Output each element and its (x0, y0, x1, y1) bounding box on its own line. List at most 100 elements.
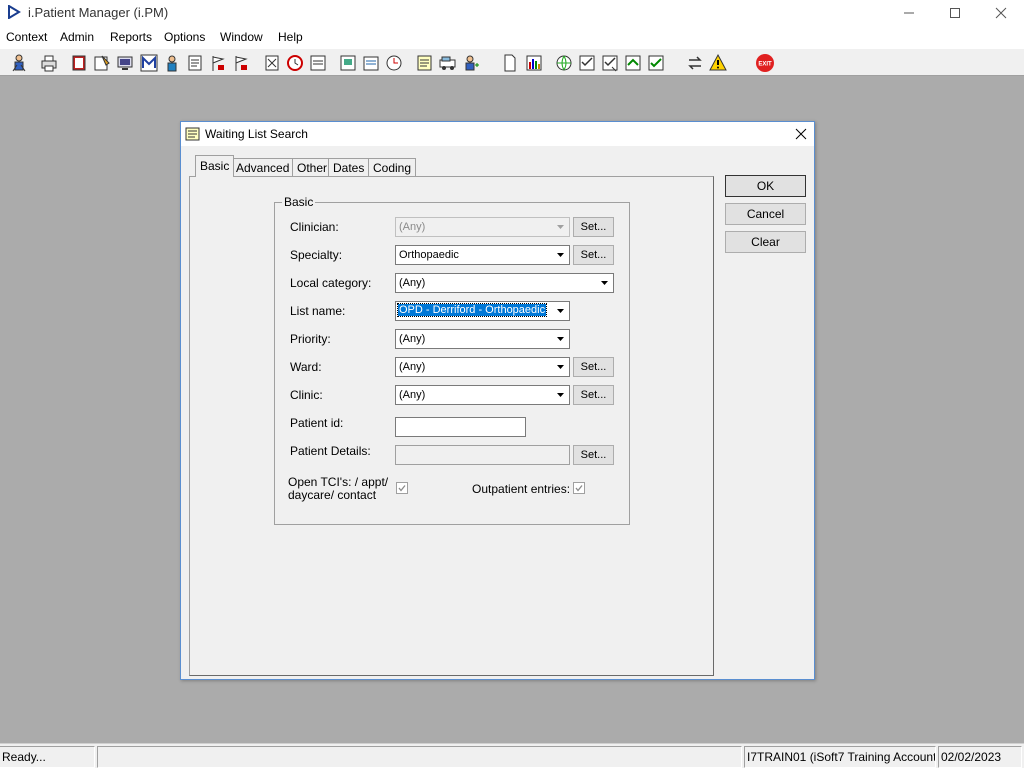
nurse-icon[interactable] (161, 52, 183, 74)
patient-details-set-button[interactable]: Set... (573, 445, 614, 465)
tab-advanced[interactable]: Advanced (231, 158, 295, 177)
clock-icon[interactable] (284, 52, 306, 74)
person-add-icon[interactable] (460, 52, 482, 74)
tab-other[interactable]: Other (292, 158, 333, 177)
patient-details-input (395, 445, 570, 465)
panel-icon[interactable] (307, 52, 329, 74)
chevron-down-icon[interactable] (552, 358, 569, 376)
flag-icon[interactable] (230, 52, 252, 74)
dialog-title: Waiting List Search (205, 127, 308, 141)
chevron-down-icon[interactable] (552, 386, 569, 404)
status-account: I7TRAIN01 (iSoft7 Training Account) (744, 746, 936, 768)
menu-options[interactable]: Options (164, 30, 205, 44)
menu-context[interactable]: Context (6, 30, 47, 44)
open-tcis-checkbox[interactable] (396, 482, 408, 494)
priority-select[interactable]: (Any) (395, 329, 570, 349)
tab-coding[interactable]: Coding (368, 158, 417, 177)
status-bar: Ready... I7TRAIN01 (iSoft7 Training Acco… (0, 743, 1024, 768)
cancel-button[interactable]: Cancel (725, 203, 806, 225)
ok-button[interactable]: OK (725, 175, 806, 197)
basic-tab-panel: Basic Clinician: (Any) Set... Specialty:… (189, 176, 714, 676)
list-pen-icon[interactable] (414, 52, 436, 74)
outpatient-entries-label: Outpatient entries: (472, 482, 571, 496)
clinician-select: (Any) (395, 217, 570, 237)
book-icon[interactable] (68, 52, 90, 74)
form-icon[interactable] (91, 52, 113, 74)
app-logo-icon (7, 4, 21, 22)
clinician-label: Clinician: (290, 220, 339, 234)
clear-button[interactable]: Clear (725, 231, 806, 253)
menu-reports[interactable]: Reports (110, 30, 152, 44)
exit-icon[interactable]: EXIT (754, 52, 776, 74)
basic-groupbox: Basic Clinician: (Any) Set... Specialty:… (274, 195, 630, 525)
toolbar: EXIT (0, 48, 1024, 76)
menu-admin[interactable]: Admin (60, 30, 94, 44)
patient-details-label: Patient Details: (290, 444, 371, 458)
specialty-label: Specialty: (290, 248, 343, 262)
app-title: i.Patient Manager (i.PM) (28, 5, 169, 20)
priority-label: Priority: (290, 332, 331, 346)
clinic-select[interactable]: (Any) (395, 385, 570, 405)
clock-check-icon[interactable] (383, 52, 405, 74)
list-icon[interactable] (360, 52, 382, 74)
chevron-down-icon[interactable] (552, 330, 569, 348)
outpatient-entries-checkbox[interactable] (573, 482, 585, 494)
patient-icon[interactable] (8, 52, 30, 74)
minimize-button[interactable] (886, 0, 932, 26)
tab-basic[interactable]: Basic (195, 155, 235, 177)
ambulance-icon[interactable] (437, 52, 459, 74)
clinician-set-button[interactable]: Set... (573, 217, 614, 237)
menu-help[interactable]: Help (278, 30, 303, 44)
ward-set-button[interactable]: Set... (573, 357, 614, 377)
waiting-list-search-dialog: Waiting List Search Basic Advanced Other… (180, 121, 815, 680)
page-icon[interactable] (499, 52, 521, 74)
chart-icon[interactable] (337, 52, 359, 74)
maximize-button[interactable] (932, 0, 978, 26)
patient-id-input[interactable] (395, 417, 526, 437)
chevron-down-icon (552, 218, 569, 236)
local-category-select[interactable]: (Any) (395, 273, 614, 293)
open-tcis-label-line2: daycare/ contact (288, 488, 377, 502)
check-list-icon[interactable] (599, 52, 621, 74)
swap-icon[interactable] (684, 52, 706, 74)
ward-label: Ward: (290, 360, 322, 374)
groupbox-label: Basic (282, 195, 316, 209)
dialog-titlebar: Waiting List Search (181, 122, 814, 146)
check-list-icon[interactable] (576, 52, 598, 74)
specialty-select[interactable]: Orthopaedic (395, 245, 570, 265)
m-icon[interactable] (138, 52, 160, 74)
document-x-icon[interactable] (261, 52, 283, 74)
specialty-set-button[interactable]: Set... (573, 245, 614, 265)
dialog-list-icon (185, 127, 201, 144)
ward-select[interactable]: (Any) (395, 357, 570, 377)
green-arrows-icon[interactable] (622, 52, 644, 74)
chevron-down-icon[interactable] (552, 302, 569, 320)
status-middle (97, 746, 742, 768)
dialog-close-icon[interactable] (794, 127, 808, 141)
clinic-set-button[interactable]: Set... (573, 385, 614, 405)
status-message: Ready... (0, 746, 95, 768)
chevron-down-icon[interactable] (596, 274, 613, 292)
list-name-label: List name: (290, 304, 346, 318)
patient-id-label: Patient id: (290, 416, 344, 430)
green-check-icon[interactable] (645, 52, 667, 74)
tab-dates[interactable]: Dates (328, 158, 370, 177)
open-tcis-label-line1: Open TCI's: / appt/ (288, 475, 389, 489)
list-name-select[interactable]: OPD - Derriford - Orthopaedic (395, 301, 570, 321)
flag-icon[interactable] (207, 52, 229, 74)
warning-icon[interactable] (707, 52, 729, 74)
menu-bar: Context Admin Reports Options Window Hel… (0, 26, 1024, 48)
document-icon[interactable] (184, 52, 206, 74)
bar-chart-icon[interactable] (523, 52, 545, 74)
status-date: 02/02/2023 (938, 746, 1022, 768)
exit-label: EXIT (758, 62, 772, 68)
menu-window[interactable]: Window (220, 30, 263, 44)
printer-icon[interactable] (38, 52, 60, 74)
screen-icon[interactable] (114, 52, 136, 74)
globe-icon[interactable] (553, 52, 575, 74)
clinic-label: Clinic: (290, 388, 323, 402)
local-category-label: Local category: (290, 276, 372, 290)
close-window-button[interactable] (978, 0, 1024, 26)
app-titlebar: i.Patient Manager (i.PM) (0, 0, 1024, 26)
chevron-down-icon[interactable] (552, 246, 569, 264)
